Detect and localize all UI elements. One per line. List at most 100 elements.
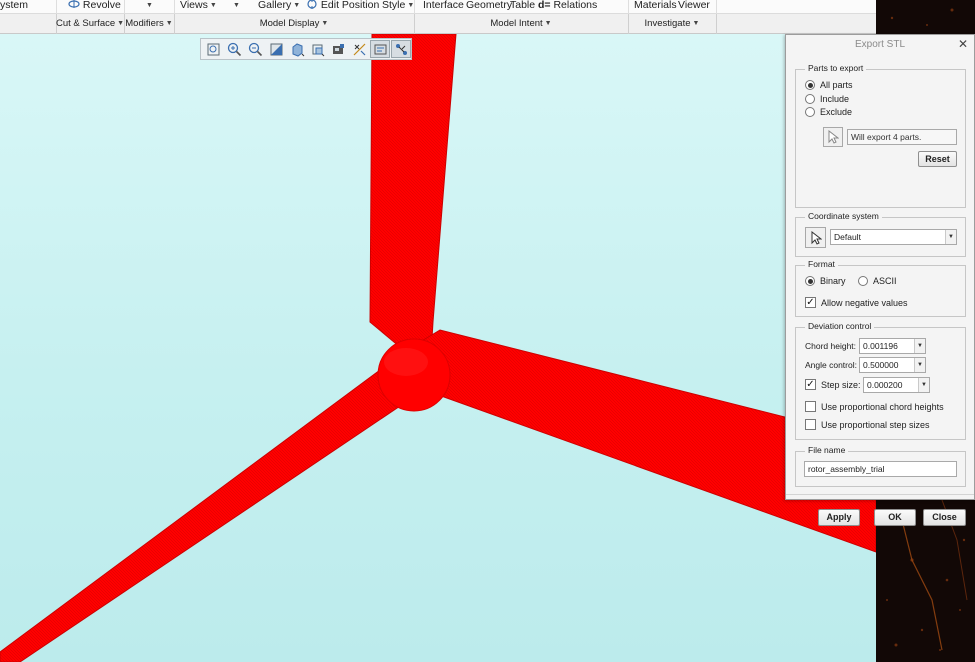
parts-select-button[interactable] [823, 127, 843, 147]
zoom-in-icon [228, 42, 242, 56]
radio-ascii-indicator[interactable] [858, 276, 868, 286]
view-manager-icon [333, 43, 345, 54]
repaint-icon [270, 43, 283, 55]
refit-button[interactable] [204, 40, 224, 58]
ribbon-revolve-command[interactable]: Revolve [68, 0, 121, 13]
ribbon-groups-row: Cut & Surface ▼ Modifiers ▼ Model Display ▼… [0, 14, 876, 34]
saved-orientations-button[interactable] [308, 40, 328, 58]
dialog-close-icon[interactable]: ✕ [956, 35, 970, 55]
close-button[interactable]: Close [923, 509, 966, 526]
ribbon-views-more-caret[interactable]: ▼ [231, 0, 240, 13]
display-style-button[interactable] [287, 40, 307, 58]
chevron-down-icon[interactable]: ▼ [918, 378, 929, 392]
ribbon-materials-command[interactable]: Materials [634, 0, 677, 13]
ribbon-viewer-command[interactable]: Viewer [678, 0, 710, 13]
format-group: Format Binary ASCII ✓ Allow negative valu… [795, 259, 966, 317]
step-size-checkbox[interactable]: ✓ Step size: [805, 379, 861, 390]
coordinate-system-select[interactable]: Default ▼ [830, 229, 957, 245]
view-manager-button[interactable] [329, 40, 349, 58]
group-cut-surface[interactable]: Cut & Surface ▼ [56, 14, 124, 34]
proportional-chord-check-indicator[interactable] [805, 401, 816, 412]
radio-exclude[interactable]: Exclude [805, 107, 852, 117]
datum-display-button[interactable] [350, 40, 370, 58]
creo-main-window: ystem Revolve ▼ Views ▼ ▼ Gallery ▼ Edit P… [0, 0, 876, 662]
ribbon-relations-command[interactable]: d= Relations [538, 0, 597, 13]
revolve-icon [68, 0, 80, 9]
proportional-step-check-indicator[interactable] [805, 419, 816, 430]
dialog-divider [786, 494, 974, 495]
chord-height-input[interactable]: 0.001196 ▼ [859, 338, 926, 354]
refit-icon [207, 43, 220, 55]
radio-include-indicator[interactable] [805, 94, 815, 104]
group-model-intent[interactable]: Model Intent ▼ [414, 14, 628, 34]
radio-include[interactable]: Include [805, 94, 849, 104]
file-name-input[interactable]: rotor_assembly_trial [804, 461, 957, 477]
saved-orientations-icon [312, 44, 325, 56]
group-model-display[interactable]: Model Display ▼ [174, 14, 414, 34]
group-modifiers[interactable]: Modifiers ▼ [124, 14, 174, 34]
chevron-down-icon[interactable]: ▼ [945, 230, 956, 244]
zoom-out-button[interactable] [246, 40, 266, 58]
radio-binary[interactable]: Binary [805, 276, 846, 286]
group-investigate[interactable]: Investigate ▼ [628, 14, 716, 34]
dialog-titlebar[interactable]: Export STL ✕ [786, 35, 974, 55]
parts-info-field: Will export 4 parts. [847, 129, 957, 145]
zoom-in-button[interactable] [225, 40, 245, 58]
proportional-chord-checkbox[interactable]: Use proportional chord heights [805, 401, 944, 412]
parts-to-export-group: Parts to export All parts Include Exclud… [795, 63, 966, 208]
apply-button[interactable]: Apply [818, 509, 860, 526]
radio-all-parts-indicator[interactable] [805, 80, 815, 90]
coordinate-system-group: Coordinate system Default ▼ [795, 211, 966, 257]
ribbon-interface-command[interactable]: Interface [423, 0, 464, 13]
ribbon-table-command[interactable]: Table [510, 0, 535, 13]
ribbon-edit-position-command[interactable]: Edit Position [306, 0, 379, 13]
dialog-title: Export STL [854, 39, 906, 50]
display-style-icon [292, 42, 304, 57]
coordinate-select-button[interactable] [805, 227, 826, 248]
ok-button[interactable]: OK [874, 509, 916, 526]
rotor-model[interactable] [0, 34, 876, 662]
allow-negative-check-indicator[interactable]: ✓ [805, 297, 816, 308]
ribbon-more-dropdown[interactable]: ▼ [144, 0, 153, 13]
rotor-blade-left[interactable] [0, 369, 413, 662]
step-size-check-indicator[interactable]: ✓ [805, 379, 816, 390]
graphics-toolbar [200, 38, 412, 60]
radio-exclude-indicator[interactable] [805, 107, 815, 117]
chord-height-label: Chord height: [805, 341, 857, 351]
reset-button[interactable]: Reset [918, 151, 957, 167]
repaint-button[interactable] [266, 40, 286, 58]
annotation-display-button[interactable] [391, 40, 411, 58]
proportional-step-checkbox[interactable]: Use proportional step sizes [805, 419, 930, 430]
ribbon-gallery-dropdown[interactable]: Gallery ▼ [258, 0, 300, 13]
edit-position-icon [306, 0, 318, 9]
allow-negative-checkbox[interactable]: ✓ Allow negative values [805, 297, 908, 308]
step-size-input[interactable]: 0.000200 ▼ [863, 377, 930, 393]
ribbon-geometry-command[interactable]: Geometry [466, 0, 512, 13]
spin-center-button[interactable] [370, 40, 391, 58]
ribbon-views-dropdown[interactable]: Views ▼ [180, 0, 217, 13]
radio-ascii[interactable]: ASCII [858, 276, 897, 286]
zoom-out-icon [248, 42, 263, 56]
ribbon-style-dropdown[interactable]: Style ▼ [382, 0, 414, 13]
annotation-display-icon [395, 43, 407, 55]
arrow-cursor-icon [811, 230, 822, 245]
radio-binary-indicator[interactable] [805, 276, 815, 286]
format-title: Format [805, 259, 838, 269]
chevron-down-icon[interactable]: ▼ [914, 339, 925, 353]
parts-to-export-title: Parts to export [805, 63, 867, 73]
ribbon-commands-row: ystem Revolve ▼ Views ▼ ▼ Gallery ▼ Edit P… [0, 0, 876, 14]
angle-control-input[interactable]: 0.500000 ▼ [859, 357, 926, 373]
chevron-down-icon[interactable]: ▼ [914, 358, 925, 372]
file-name-title: File name [805, 445, 849, 455]
coordinate-system-title: Coordinate system [805, 211, 882, 221]
deviation-control-group: Deviation control Chord height: 0.001196… [795, 321, 966, 440]
graphics-window[interactable] [0, 34, 876, 662]
rotor-blade-top[interactable] [369, 34, 457, 374]
ribbon-system-command[interactable]: ystem [0, 0, 28, 13]
arrow-cursor-icon [828, 130, 839, 144]
datum-display-icon [353, 43, 366, 55]
export-stl-dialog: Export STL ✕ Parts to export All parts I… [785, 34, 975, 526]
radio-all-parts[interactable]: All parts [805, 80, 853, 90]
spin-center-icon [374, 44, 387, 54]
deviation-control-title: Deviation control [805, 321, 875, 331]
